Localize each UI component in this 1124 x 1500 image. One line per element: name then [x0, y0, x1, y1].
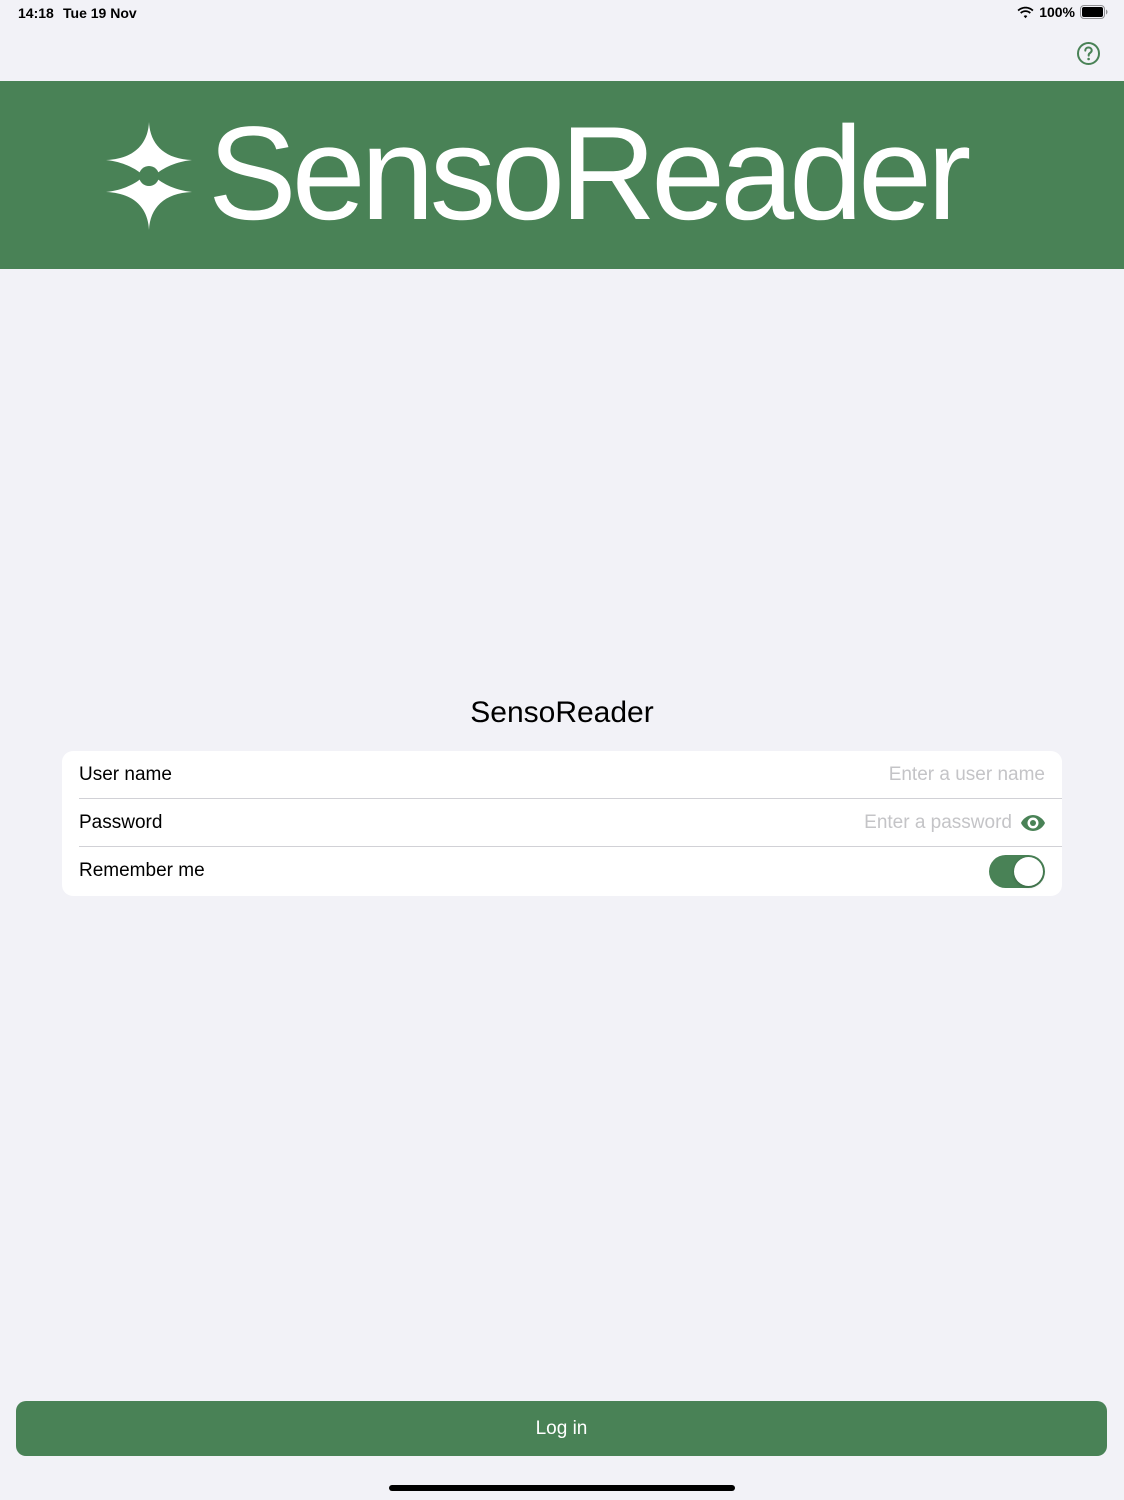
status-bar: 14:18 Tue 19 Nov 100% [0, 0, 1124, 28]
status-indicators: 100% [1017, 4, 1108, 20]
question-circle-icon [1077, 42, 1100, 65]
status-date: Tue 19 Nov [63, 5, 137, 21]
battery-icon [1080, 5, 1108, 19]
password-label: Password [79, 812, 163, 833]
login-form: User name Password Remember me [62, 751, 1062, 896]
toggle-knob [1014, 857, 1043, 886]
username-label: User name [79, 764, 172, 785]
password-input[interactable] [362, 807, 1012, 839]
senso-star-icon [106, 122, 192, 230]
show-password-button[interactable] [1020, 813, 1046, 833]
username-row: User name [62, 751, 1062, 799]
password-row: Password [62, 799, 1062, 847]
eye-icon [1021, 815, 1045, 831]
remember-me-label: Remember me [79, 860, 205, 881]
battery-percentage: 100% [1039, 4, 1075, 20]
login-button[interactable]: Log in [16, 1401, 1107, 1456]
login-title: SensoReader [470, 696, 654, 729]
username-input[interactable] [362, 759, 1045, 791]
remember-row: Remember me [62, 847, 1062, 895]
remember-me-toggle[interactable] [989, 855, 1045, 888]
home-indicator[interactable] [389, 1485, 735, 1491]
status-time: 14:18 [18, 5, 54, 21]
brand-wordmark: SensoReader [208, 100, 971, 248]
help-button[interactable] [1076, 41, 1101, 66]
wifi-icon [1017, 6, 1034, 18]
